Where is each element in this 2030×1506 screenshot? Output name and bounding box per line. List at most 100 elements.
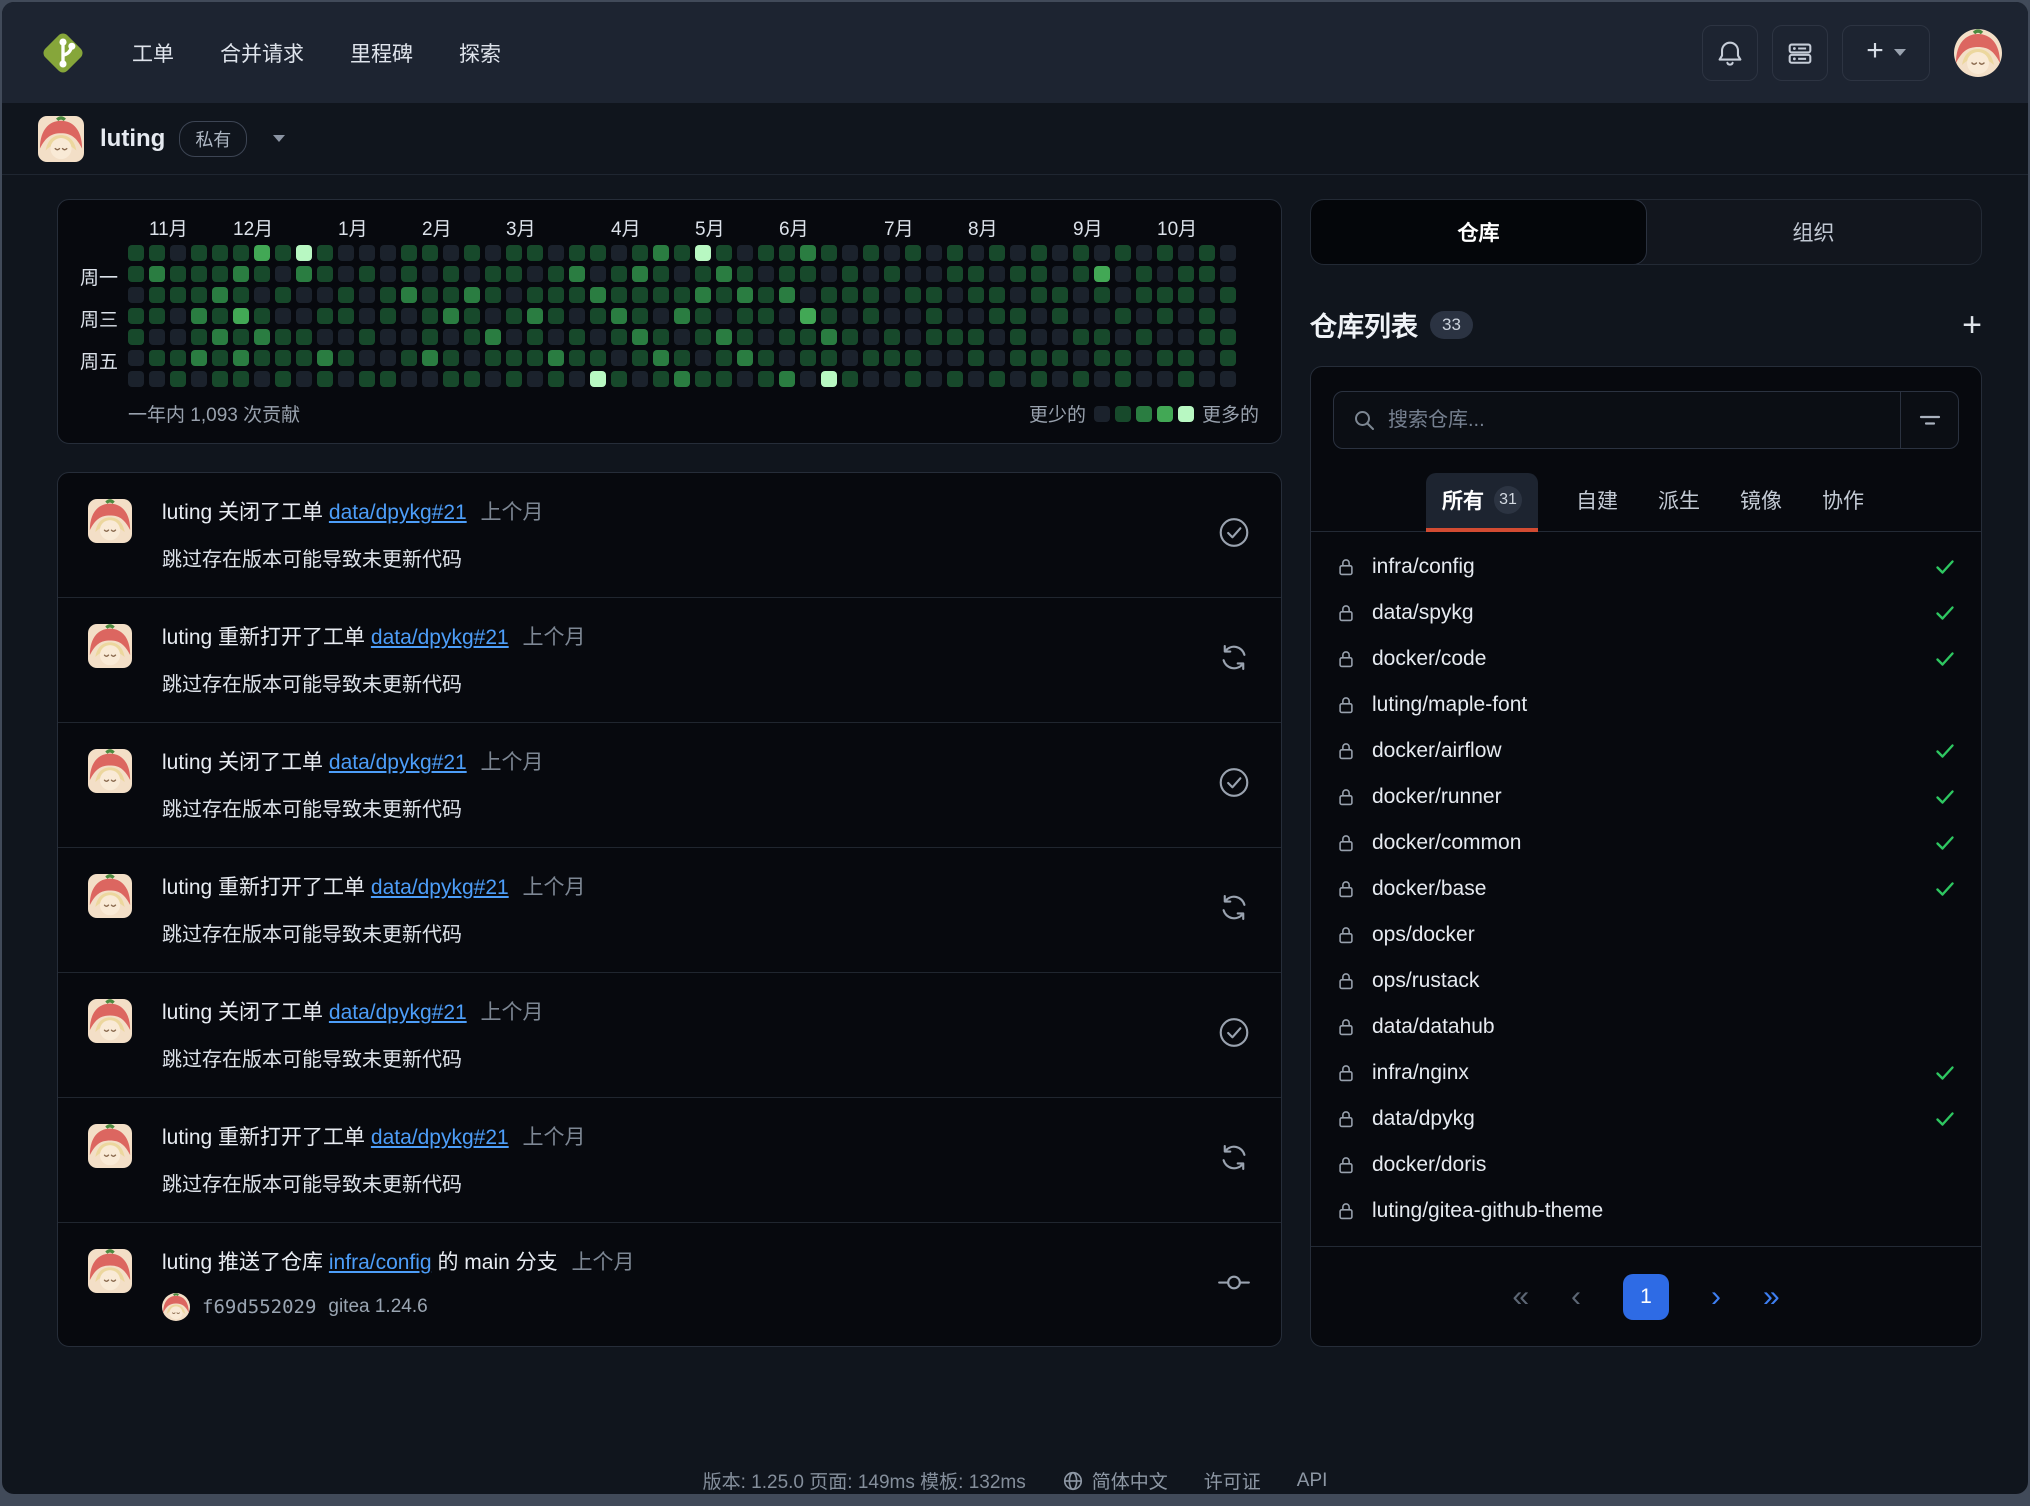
heatmap-cell xyxy=(1220,287,1236,303)
repo-row[interactable]: docker/airflow xyxy=(1335,728,1957,774)
repo-row[interactable]: data/dpykg xyxy=(1335,1096,1957,1142)
repo-filter-tab[interactable]: 协作 xyxy=(1820,475,1866,531)
repo-row[interactable]: infra/config xyxy=(1335,544,1957,590)
license-link[interactable]: 许可证 xyxy=(1204,1467,1261,1494)
repo-row[interactable]: luting/gitea-github-theme xyxy=(1335,1188,1957,1234)
feed-username[interactable]: luting xyxy=(162,501,218,524)
heatmap-cell xyxy=(758,371,774,387)
heatmap-cell xyxy=(527,329,543,345)
repo-search-row xyxy=(1333,391,1959,449)
pagination-next-button[interactable]: › xyxy=(1711,1282,1721,1312)
nav-item-pull-requests[interactable]: 合并请求 xyxy=(220,38,304,68)
create-new-button[interactable]: + xyxy=(1842,25,1930,81)
repo-filter-tab[interactable]: 镜像 xyxy=(1738,475,1784,531)
repo-name[interactable]: docker/runner xyxy=(1372,785,1502,809)
nav-item-issues[interactable]: 工单 xyxy=(132,38,174,68)
repo-row[interactable]: docker/common xyxy=(1335,820,1957,866)
feed-username[interactable]: luting xyxy=(162,751,218,774)
repo-name[interactable]: data/datahub xyxy=(1372,1015,1495,1039)
heatmap-cell xyxy=(1115,350,1131,366)
repo-filter-button[interactable] xyxy=(1900,392,1958,448)
repo-name[interactable]: ops/rustack xyxy=(1372,969,1479,993)
feed-username[interactable]: luting xyxy=(162,1251,218,1274)
feed-avatar[interactable] xyxy=(88,1124,132,1168)
nav-item-milestones[interactable]: 里程碑 xyxy=(350,38,413,68)
tab-repositories[interactable]: 仓库 xyxy=(1310,199,1647,265)
feed-type-icon xyxy=(1217,891,1251,930)
feed-avatar[interactable] xyxy=(88,749,132,793)
feed-avatar[interactable] xyxy=(88,624,132,668)
notifications-button[interactable] xyxy=(1702,25,1758,81)
repo-filter-tab[interactable]: 自建 xyxy=(1574,475,1620,531)
repo-row[interactable]: docker/doris xyxy=(1335,1142,1957,1188)
repo-name[interactable]: luting/maple-font xyxy=(1372,693,1527,717)
feed-username[interactable]: luting xyxy=(162,1126,218,1149)
repo-filter-tab[interactable]: 派生 xyxy=(1656,475,1702,531)
pagination-current-page[interactable]: 1 xyxy=(1623,1274,1669,1320)
heatmap-cell xyxy=(821,266,837,282)
language-selector[interactable]: 简体中文 xyxy=(1062,1467,1168,1494)
heatmap-cell xyxy=(590,329,606,345)
add-repo-button[interactable]: + xyxy=(1962,308,1982,342)
repo-name[interactable]: infra/config xyxy=(1372,555,1475,579)
feed-issue-link[interactable]: infra/config xyxy=(329,1251,432,1274)
feed-username[interactable]: luting xyxy=(162,1001,218,1024)
commit-sha-link[interactable]: f69d552029 xyxy=(202,1296,316,1318)
repo-name[interactable]: data/dpykg xyxy=(1372,1107,1475,1131)
admin-panel-button[interactable] xyxy=(1772,25,1828,81)
repo-name[interactable]: data/spykg xyxy=(1372,601,1474,625)
feed-avatar[interactable] xyxy=(88,874,132,918)
repo-row[interactable]: ops/rustack xyxy=(1335,958,1957,1004)
heatmap-cell xyxy=(1073,329,1089,345)
issue-closed-icon xyxy=(1217,1016,1251,1050)
repo-row[interactable]: docker/code xyxy=(1335,636,1957,682)
profile-dropdown-icon[interactable] xyxy=(273,135,285,142)
repo-filter-tab[interactable]: 所有 31 xyxy=(1426,473,1538,531)
heatmap-cell xyxy=(338,371,354,387)
gitea-logo[interactable] xyxy=(38,28,88,78)
issue-reopened-icon xyxy=(1217,641,1251,675)
repo-name[interactable]: ops/docker xyxy=(1372,923,1475,947)
repo-name[interactable]: docker/common xyxy=(1372,831,1521,855)
feed-issue-link[interactable]: data/dpykg#21 xyxy=(371,626,509,649)
nav-item-explore[interactable]: 探索 xyxy=(459,38,501,68)
profile-avatar[interactable] xyxy=(38,116,84,162)
repo-row[interactable]: data/datahub xyxy=(1335,1004,1957,1050)
check-icon xyxy=(1933,601,1957,625)
heatmap-cell xyxy=(569,287,585,303)
repo-name[interactable]: docker/base xyxy=(1372,877,1486,901)
repo-name[interactable]: docker/doris xyxy=(1372,1153,1486,1177)
tab-organizations[interactable]: 组织 xyxy=(1646,200,1981,264)
feed-avatar[interactable] xyxy=(88,999,132,1043)
heatmap-cell xyxy=(758,350,774,366)
feed-issue-link[interactable]: data/dpykg#21 xyxy=(371,1126,509,1149)
user-avatar[interactable] xyxy=(1954,29,2002,77)
repo-name[interactable]: docker/airflow xyxy=(1372,739,1502,763)
repo-row[interactable]: data/spykg xyxy=(1335,590,1957,636)
heatmap-month-label: 2月 xyxy=(422,214,452,241)
feed-avatar[interactable] xyxy=(88,1249,132,1293)
heatmap-cell xyxy=(401,308,417,324)
heatmap-cell xyxy=(506,245,522,261)
repo-row[interactable]: docker/runner xyxy=(1335,774,1957,820)
feed-issue-link[interactable]: data/dpykg#21 xyxy=(329,1001,467,1024)
pagination-first-button[interactable]: « xyxy=(1512,1282,1529,1312)
feed-issue-link[interactable]: data/dpykg#21 xyxy=(329,751,467,774)
repo-name[interactable]: docker/code xyxy=(1372,647,1486,671)
repo-row[interactable]: infra/nginx xyxy=(1335,1050,1957,1096)
feed-username[interactable]: luting xyxy=(162,626,218,649)
repo-row[interactable]: docker/base xyxy=(1335,866,1957,912)
api-link[interactable]: API xyxy=(1297,1470,1328,1492)
repo-name[interactable]: infra/nginx xyxy=(1372,1061,1469,1085)
repo-name[interactable]: luting/gitea-github-theme xyxy=(1372,1199,1603,1223)
feed-avatar[interactable] xyxy=(88,499,132,543)
repo-row[interactable]: luting/maple-font xyxy=(1335,682,1957,728)
repo-row[interactable]: ops/docker xyxy=(1335,912,1957,958)
heatmap-cell xyxy=(926,287,942,303)
pagination-prev-button[interactable]: ‹ xyxy=(1571,1282,1581,1312)
feed-issue-link[interactable]: data/dpykg#21 xyxy=(329,501,467,524)
feed-username[interactable]: luting xyxy=(162,876,218,899)
feed-issue-link[interactable]: data/dpykg#21 xyxy=(371,876,509,899)
repo-search-input[interactable] xyxy=(1388,409,1900,432)
pagination-last-button[interactable]: » xyxy=(1763,1282,1780,1312)
